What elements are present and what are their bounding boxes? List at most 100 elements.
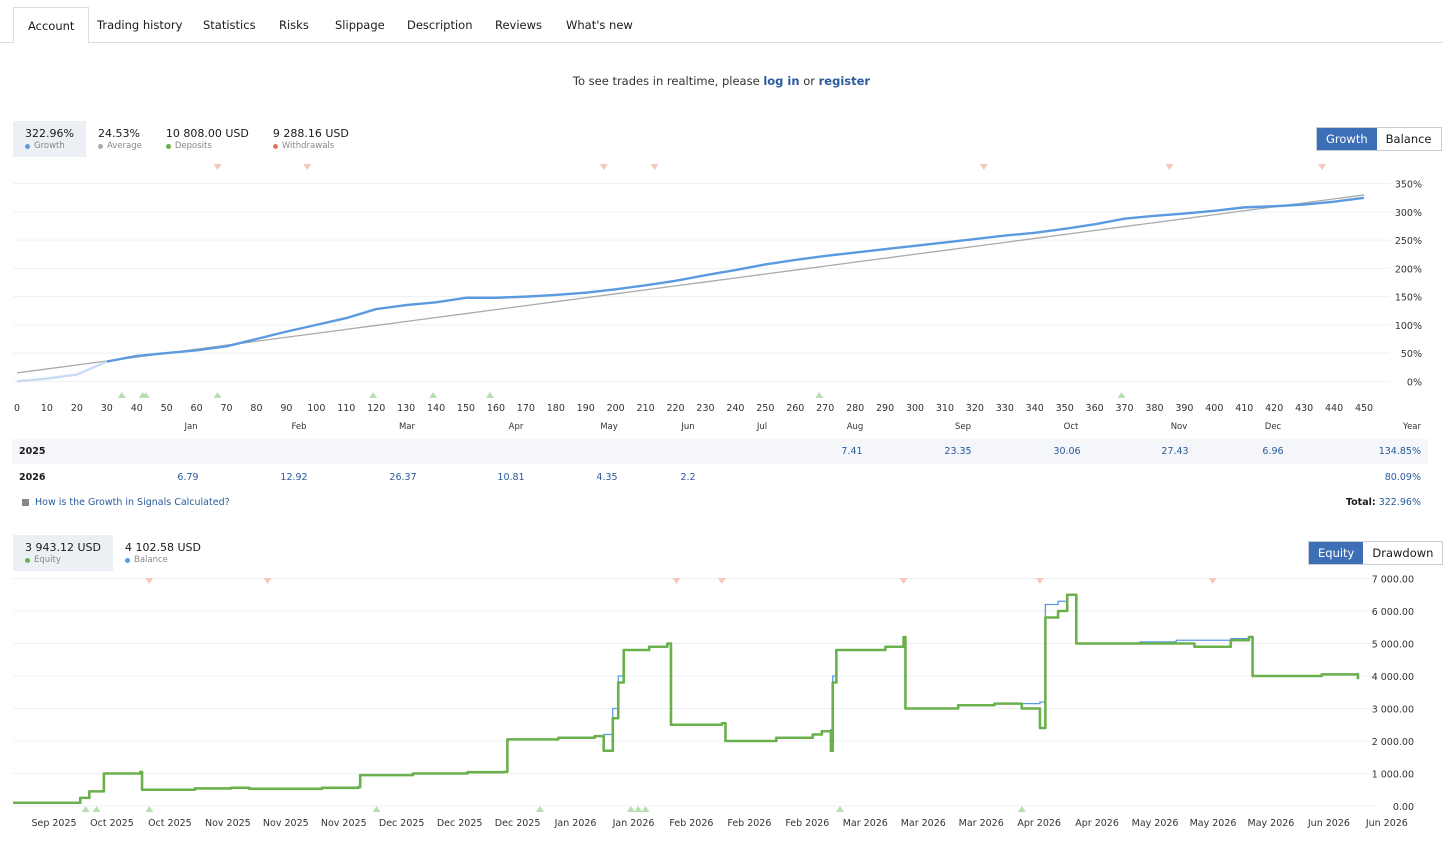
withdrawal-marker-icon[interactable]	[303, 164, 312, 170]
equity-button[interactable]: Equity	[1309, 542, 1364, 564]
growth-x-tick: 50	[161, 403, 173, 414]
equity-x-tick: Dec 2025	[495, 818, 541, 829]
legend-item-balance[interactable]: 4 102.58 USD Balance	[113, 535, 213, 571]
equity-x-tick: Mar 2026	[959, 818, 1004, 829]
withdrawal-marker-icon[interactable]	[1035, 578, 1044, 584]
growth-x-tick: 130	[397, 403, 415, 414]
withdrawal-marker-icon[interactable]	[599, 164, 608, 170]
month-header: Oct	[1063, 422, 1079, 432]
yearly-row-2026: 2026 6.79 12.92 26.37 10.81 4.35 2.2 80.09%	[12, 465, 1428, 490]
deposit-marker-icon[interactable]	[634, 806, 643, 812]
monthly-growth-value[interactable]: 30.06	[1053, 439, 1080, 464]
growth-x-tick: 310	[936, 403, 954, 414]
legend-item-equity[interactable]: 3 943.12 USD Equity	[13, 535, 113, 571]
growth-x-tick: 220	[666, 403, 684, 414]
monthly-growth-value[interactable]: 7.41	[841, 439, 862, 464]
month-header: Jun	[681, 422, 695, 432]
equity-x-tick: Apr 2026	[1017, 818, 1061, 829]
monthly-growth-value[interactable]: 6.96	[1262, 439, 1283, 464]
legend-label: Equity	[25, 555, 101, 565]
year-label: 2025	[19, 446, 46, 457]
growth-x-tick: 340	[1026, 403, 1044, 414]
deposit-marker-icon[interactable]	[92, 806, 101, 812]
month-header: Mar	[398, 422, 416, 432]
monthly-growth-value[interactable]: 6.79	[177, 465, 198, 490]
deposit-marker-icon[interactable]	[372, 806, 381, 812]
deposit-marker-icon[interactable]	[369, 392, 378, 398]
deposit-marker-icon[interactable]	[1017, 806, 1026, 812]
month-header: Sep	[954, 422, 972, 432]
equity-x-tick: Dec 2025	[379, 818, 425, 829]
withdrawal-marker-icon[interactable]	[1318, 164, 1327, 170]
deposit-marker-icon[interactable]	[835, 806, 844, 812]
withdrawal-marker-icon[interactable]	[145, 578, 154, 584]
legend-value: 4 102.58 USD	[125, 541, 201, 554]
equity-legend: 3 943.12 USD Equity 4 102.58 USD Balance	[13, 535, 213, 571]
deposit-marker-icon[interactable]	[815, 392, 824, 398]
month-header: Jan	[184, 422, 198, 432]
deposit-marker-icon[interactable]	[213, 392, 222, 398]
withdrawal-marker-icon[interactable]	[213, 164, 222, 170]
growth-x-tick: 420	[1265, 403, 1283, 414]
withdrawal-marker-icon[interactable]	[1165, 164, 1174, 170]
equity-x-tick: Nov 2025	[263, 818, 309, 829]
deposit-marker-icon[interactable]	[626, 806, 635, 812]
growth-x-tick: 190	[577, 403, 595, 414]
growth-x-tick: 70	[220, 403, 232, 414]
withdrawal-marker-icon[interactable]	[979, 164, 988, 170]
deposit-marker-icon[interactable]	[429, 392, 438, 398]
withdrawal-marker-icon[interactable]	[1208, 578, 1217, 584]
withdrawal-marker-icon[interactable]	[717, 578, 726, 584]
withdrawal-marker-icon[interactable]	[263, 578, 272, 584]
growth-help-text: How is the Growth in Signals Calculated?	[35, 497, 230, 508]
legend-label-text: Balance	[134, 555, 168, 565]
month-header: Feb	[291, 422, 307, 432]
growth-y-tick: 350%	[1395, 180, 1422, 191]
growth-x-tick: 370	[1115, 403, 1133, 414]
month-header: Jul	[756, 422, 768, 432]
deposit-marker-icon[interactable]	[641, 806, 650, 812]
month-header: Apr	[508, 422, 524, 432]
deposit-marker-icon[interactable]	[81, 806, 90, 812]
deposit-marker-icon[interactable]	[485, 392, 494, 398]
equity-y-tick: 4 000.00	[1372, 672, 1414, 683]
growth-x-tick: 90	[280, 403, 292, 414]
monthly-growth-value[interactable]: 10.81	[497, 465, 524, 490]
total-label: Total:	[1345, 497, 1376, 508]
growth-line	[106, 196, 1365, 363]
growth-x-tick: 440	[1325, 403, 1343, 414]
help-book-icon	[22, 499, 29, 506]
deposit-marker-icon[interactable]	[536, 806, 545, 812]
growth-x-tick: 300	[906, 403, 924, 414]
monthly-growth-value[interactable]: 27.43	[1161, 439, 1188, 464]
deposit-marker-icon[interactable]	[145, 806, 154, 812]
yearly-total-value: 80.09%	[1384, 472, 1421, 483]
deposit-marker-icon[interactable]	[1117, 392, 1126, 398]
withdrawal-marker-icon[interactable]	[899, 578, 908, 584]
growth-x-tick: 80	[250, 403, 262, 414]
growth-help-link[interactable]: How is the Growth in Signals Calculated?	[22, 497, 230, 508]
withdrawal-marker-icon[interactable]	[650, 164, 659, 170]
growth-chart: 0% 50% 100% 150% 200% 250% 300% 350% 0 10 20 30 40 50…	[13, 164, 1422, 414]
equity-x-tick: Feb 2026	[727, 818, 771, 829]
monthly-growth-value[interactable]: 26.37	[389, 465, 416, 490]
growth-x-tick: 40	[131, 403, 143, 414]
monthly-growth-value[interactable]: 12.92	[280, 465, 307, 490]
monthly-growth-value[interactable]: 4.35	[596, 465, 617, 490]
growth-x-tick: 350	[1056, 403, 1074, 414]
equity-x-tick: Jun 2026	[1365, 818, 1408, 829]
monthly-growth-value[interactable]: 23.35	[944, 439, 971, 464]
growth-y-tick: 50%	[1401, 349, 1422, 360]
deposit-marker-icon[interactable]	[117, 392, 126, 398]
monthly-growth-value[interactable]: 2.2	[680, 465, 695, 490]
withdrawal-marker-icon[interactable]	[672, 578, 681, 584]
growth-x-tick: 20	[71, 403, 83, 414]
growth-x-tick: 150	[457, 403, 475, 414]
growth-x-tick: 170	[517, 403, 535, 414]
growth-y-tick: 200%	[1395, 264, 1422, 275]
drawdown-button[interactable]: Drawdown	[1363, 542, 1443, 564]
growth-x-tick: 200	[607, 403, 625, 414]
equity-x-tick: Oct 2025	[90, 818, 134, 829]
equity-x-tick: Jun 2026	[1307, 818, 1350, 829]
equity-y-tick: 7 000.00	[1372, 575, 1414, 586]
